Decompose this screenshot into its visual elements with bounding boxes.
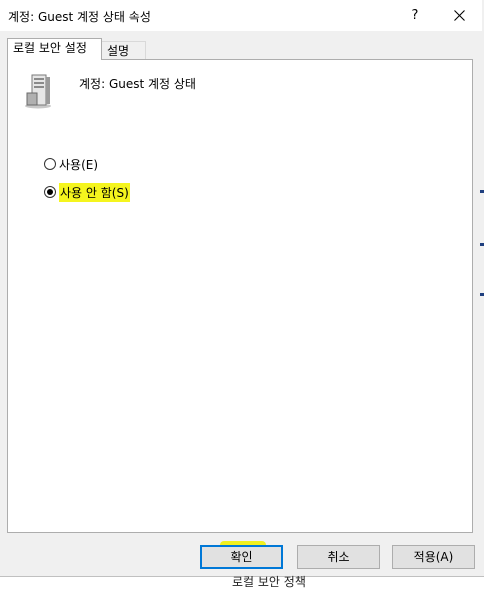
apply-button[interactable]: 적용(A) (392, 545, 475, 569)
radio-button-checked[interactable] (44, 186, 56, 198)
policy-name-label: 계정: Guest 계정 상태 (79, 77, 196, 91)
window-title: 계정: Guest 계정 상태 속성 (8, 10, 151, 24)
radio-button-unchecked[interactable] (44, 158, 56, 170)
cancel-button[interactable]: 취소 (297, 545, 380, 569)
background-mark (480, 293, 484, 296)
help-button[interactable]: ? (401, 0, 429, 31)
properties-dialog: 계정: Guest 계정 상태 속성 ? 로컬 보안 설정 설명 계정: Gue… (0, 0, 482, 582)
enabled-label: 사용(E) (59, 157, 99, 172)
ok-button[interactable]: 확인 (200, 545, 283, 569)
radio-dot-icon (47, 189, 53, 195)
settings-panel: 계정: Guest 계정 상태 사용(E) 사용 안 함(S) (7, 59, 473, 533)
tab-explain[interactable]: 설명 (101, 41, 146, 60)
close-button[interactable] (444, 0, 474, 31)
background-mark (480, 243, 484, 246)
server-icon (25, 74, 51, 109)
close-icon (453, 10, 465, 21)
ok-label: 확인 (230, 550, 253, 564)
background-mark (480, 190, 484, 193)
tab-local-security-setting[interactable]: 로컬 보안 설정 (7, 38, 102, 60)
disabled-radio[interactable]: 사용 안 함(S) (44, 182, 130, 202)
enabled-radio[interactable]: 사용(E) (44, 156, 98, 172)
disabled-label: 사용 안 함(S) (59, 182, 130, 202)
title-bar[interactable]: 계정: Guest 계정 상태 속성 ? (0, 0, 482, 31)
